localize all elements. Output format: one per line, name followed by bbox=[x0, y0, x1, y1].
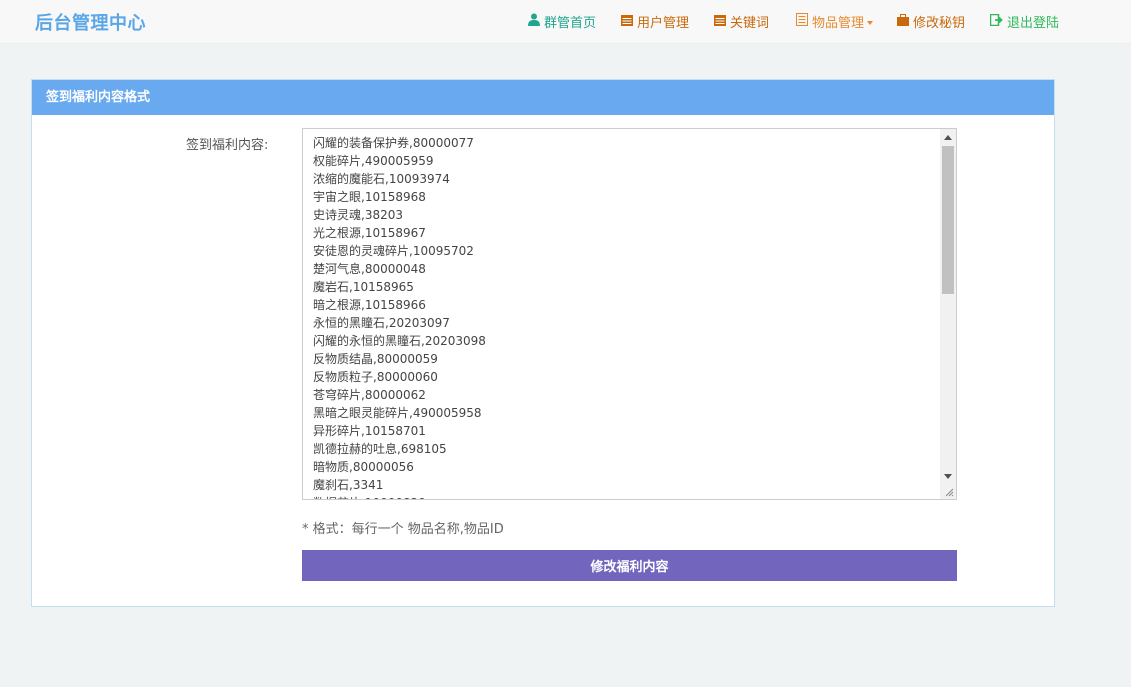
textarea-line: 安徒恩的灵魂碎片,10095702 bbox=[313, 244, 474, 258]
briefcase-icon bbox=[897, 13, 909, 30]
textarea-line: 凯德拉赫的吐息,698105 bbox=[313, 442, 447, 456]
textarea-line: 反物质结晶,80000059 bbox=[313, 352, 438, 366]
scroll-up-icon[interactable] bbox=[944, 135, 952, 140]
textarea-line: 权能碎片,490005959 bbox=[313, 154, 434, 168]
textarea-line: 数据芯片,10000829 bbox=[313, 494, 933, 499]
textarea-line: 浓缩的魔能石,10093974 bbox=[313, 172, 450, 186]
calendar-icon bbox=[621, 14, 633, 30]
textarea-line: 苍穹碎片,80000062 bbox=[313, 388, 426, 402]
resize-handle-icon[interactable] bbox=[940, 483, 956, 499]
textarea-line: 宇宙之眼,10158968 bbox=[313, 190, 426, 204]
nav-item-keywords[interactable]: 关键词 bbox=[714, 12, 769, 31]
brand-title[interactable]: 后台管理中心 bbox=[35, 9, 146, 35]
textarea-scrollbar[interactable] bbox=[940, 129, 956, 485]
textarea-line: 暗物质,80000056 bbox=[313, 460, 414, 474]
nav-menu: 修改秘钥 bbox=[897, 0, 965, 43]
textarea-line: 异形碎片,10158701 bbox=[313, 424, 426, 438]
list-icon bbox=[796, 13, 808, 30]
nav-menu: 群管首页 bbox=[528, 0, 596, 43]
nav-label: 物品管理 bbox=[812, 16, 865, 31]
textarea-content: 闪耀的装备保护券,80000077 权能碎片,490005959 浓缩的魔能石,10… bbox=[313, 134, 933, 499]
nav-label: 退出登陆 bbox=[1007, 16, 1060, 31]
nav-label: 用户管理 bbox=[637, 16, 690, 31]
nav-item-logout[interactable]: 退出登陆 bbox=[989, 12, 1060, 31]
nav-menu: 关键词 bbox=[714, 0, 769, 43]
textarea-line: 史诗灵魂,38203 bbox=[313, 208, 403, 222]
calendar-icon bbox=[714, 14, 726, 30]
nav-menu: 物品管理 bbox=[796, 0, 874, 43]
nav-label: 关键词 bbox=[730, 16, 770, 31]
textarea-line: 黑暗之眼灵能碎片,490005958 bbox=[313, 406, 482, 420]
logout-icon bbox=[989, 13, 1003, 30]
nav-item-item-management[interactable]: 物品管理 bbox=[796, 12, 874, 31]
scrollbar-thumb[interactable] bbox=[942, 146, 954, 294]
textarea-line: 魔岩石,10158965 bbox=[313, 280, 414, 294]
panel-title: 签到福利内容格式 bbox=[32, 80, 1054, 115]
reward-content-label: 签到福利内容: bbox=[186, 138, 269, 153]
textarea-line: 暗之根源,10158966 bbox=[313, 298, 426, 312]
textarea-line: 永恒的黑瞳石,20203097 bbox=[313, 316, 450, 330]
user-icon bbox=[528, 13, 540, 30]
top-navbar: 后台管理中心 群管首页 用户管理 关键词 物品管理 修改秘钥 退出登陆 bbox=[0, 0, 1131, 44]
update-content-button[interactable]: 修改福利内容 bbox=[302, 550, 957, 581]
nav-menu: 退出登陆 bbox=[989, 0, 1060, 43]
nav-item-change-key[interactable]: 修改秘钥 bbox=[897, 12, 965, 31]
textarea-line: 闪耀的装备保护券,80000077 bbox=[313, 136, 474, 150]
nav-label: 群管首页 bbox=[544, 16, 597, 31]
textarea-line: 闪耀的永恒的黑瞳石,20203098 bbox=[313, 334, 486, 348]
signin-reward-panel: 签到福利内容格式 签到福利内容: 闪耀的装备保护券,80000077 权能碎片,4… bbox=[31, 79, 1055, 607]
nav-item-user-management[interactable]: 用户管理 bbox=[621, 12, 689, 31]
chevron-down-icon bbox=[867, 20, 874, 25]
nav-menu: 用户管理 bbox=[621, 0, 689, 43]
textarea-line: 光之根源,10158967 bbox=[313, 226, 426, 240]
format-hint: * 格式：每行一个 物品名称,物品ID bbox=[302, 522, 504, 537]
reward-content-textarea[interactable]: 闪耀的装备保护券,80000077 权能碎片,490005959 浓缩的魔能石,10… bbox=[302, 128, 957, 500]
nav-item-group-home[interactable]: 群管首页 bbox=[528, 12, 596, 31]
textarea-line: 楚河气息,80000048 bbox=[313, 262, 426, 276]
nav-label: 修改秘钥 bbox=[913, 16, 966, 31]
scroll-down-icon[interactable] bbox=[944, 474, 952, 479]
textarea-line: 反物质粒子,80000060 bbox=[313, 370, 438, 384]
textarea-line: 魔刹石,3341 bbox=[313, 478, 384, 492]
